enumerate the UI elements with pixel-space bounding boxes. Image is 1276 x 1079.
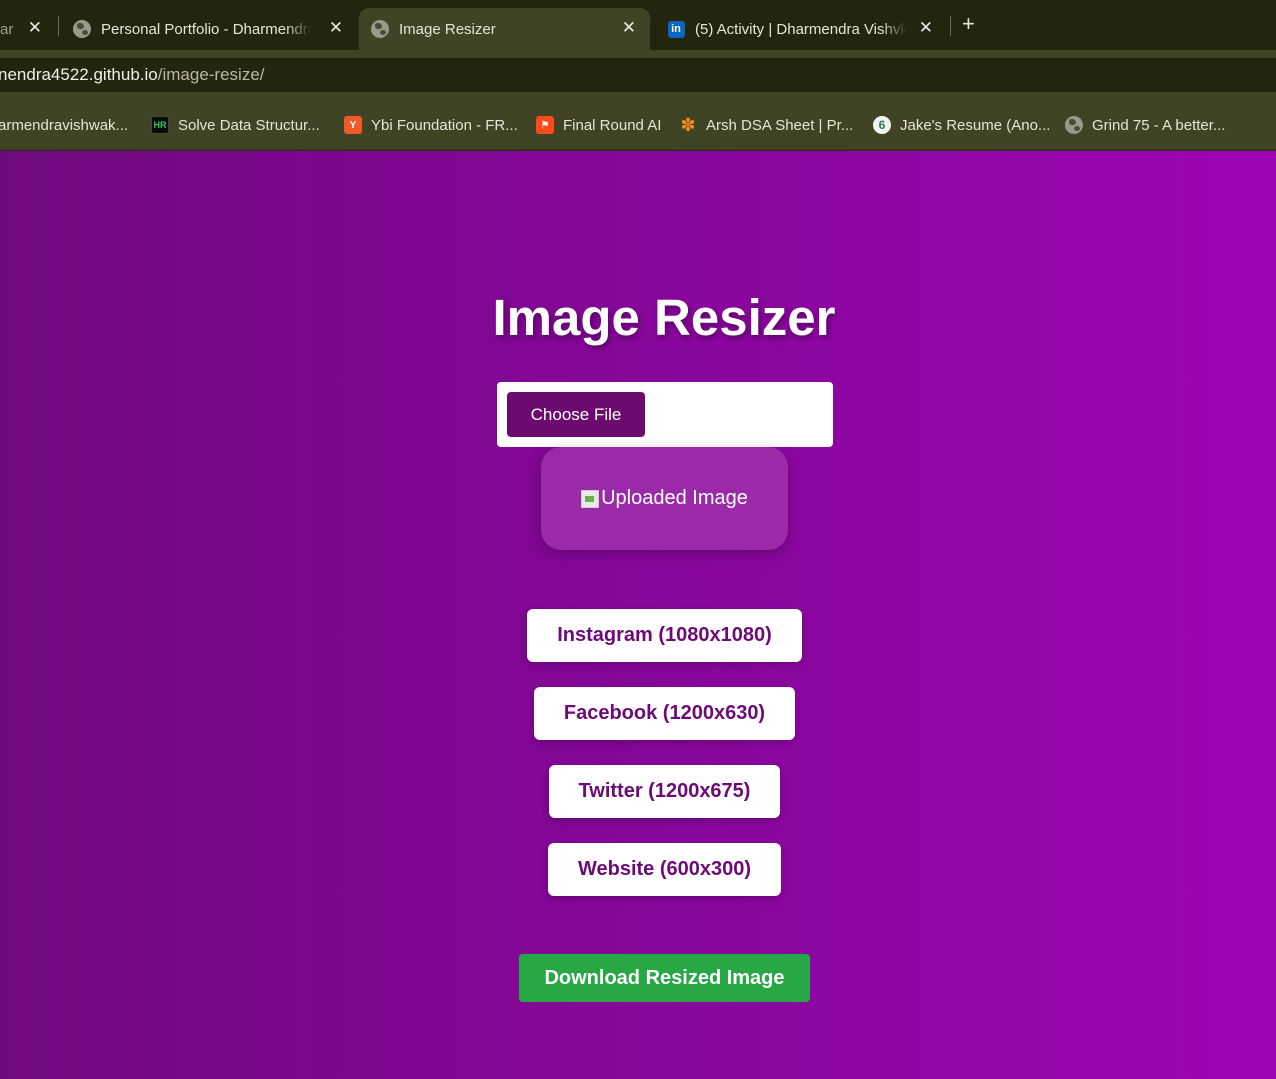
bookmark-item[interactable]: armendravishwak... [0,115,128,135]
new-tab-button[interactable]: + [962,11,975,37]
bookmark-label: Jake's Resume (Ano... [900,116,1051,134]
broken-image-icon [581,489,600,508]
url-path: /image-resize/ [157,65,265,84]
tab-image-resizer[interactable]: Image Resizer ✕ [359,8,650,50]
instagram-size-button[interactable]: Instagram (1080x1080) [527,609,802,662]
file-input[interactable]: Choose File [497,382,833,447]
url-text: nendra4522.github.io/image-resize/ [0,65,265,85]
address-bar[interactable]: nendra4522.github.io/image-resize/ [0,58,1276,92]
close-tab-icon[interactable]: ✕ [919,18,933,38]
url-host: nendra4522.github.io [0,65,158,84]
close-tab-icon[interactable]: ✕ [329,18,343,38]
final-round-icon: ⚑ [536,116,554,134]
ybi-icon: Y [344,116,362,134]
page-content: Image Resizer Choose File Uploaded Image… [0,151,1276,1079]
bookmark-label: Solve Data Structur... [178,116,320,134]
tab-partial[interactable]: ar ✕ [0,8,50,50]
close-tab-icon[interactable]: ✕ [28,18,42,38]
bookmark-label: Grind 75 - A better... [1092,116,1226,134]
overleaf-icon: 6 [873,116,891,134]
bookmark-item[interactable]: HR Solve Data Structur... [151,115,320,135]
image-preview: Uploaded Image [541,447,788,550]
bookmark-item[interactable]: ⚑ Final Round AI [536,115,661,135]
facebook-size-button[interactable]: Facebook (1200x630) [534,687,795,740]
tab-linkedin-activity[interactable]: in (5) Activity | Dharmendra Vishvk ✕ [667,8,945,50]
arsh-icon: ✽ [680,114,696,135]
bookmark-label: Ybi Foundation - FR... [371,116,518,134]
tab-separator [58,16,59,36]
bookmark-item[interactable]: ✽ Arsh DSA Sheet | Pr... [679,115,853,135]
choose-file-button[interactable]: Choose File [507,392,645,437]
website-size-button[interactable]: Website (600x300) [548,843,781,896]
bookmark-label: Arsh DSA Sheet | Pr... [706,116,854,134]
close-tab-icon[interactable]: ✕ [622,18,636,38]
bookmark-item[interactable]: 6 Jake's Resume (Ano... [873,115,1050,135]
tab-title: (5) Activity | Dharmendra Vishvk [695,20,907,38]
twitter-size-button[interactable]: Twitter (1200x675) [549,765,780,818]
globe-icon [371,20,389,38]
bookmark-item[interactable]: Grind 75 - A better... [1065,115,1225,135]
tab-personal-portfolio[interactable]: Personal Portfolio - Dharmendra ✕ [73,8,355,50]
linkedin-icon: in [667,20,685,38]
download-button[interactable]: Download Resized Image [519,954,810,1002]
bookmark-label: Final Round AI [563,116,662,134]
page-title: Image Resizer [492,289,836,346]
bookmark-label: armendravishwak... [0,116,129,134]
globe-icon [73,20,91,38]
bookmark-item[interactable]: Y Ybi Foundation - FR... [344,115,518,135]
toolbar: nendra4522.github.io/image-resize/ [0,50,1276,100]
tab-separator [950,16,951,36]
image-alt-text: Uploaded Image [601,487,748,509]
tab-title: Personal Portfolio - Dharmendra [101,20,311,38]
globe-icon [1065,116,1083,134]
tab-title: Image Resizer [399,20,496,38]
bookmarks-bar: armendravishwak... HR Solve Data Structu… [0,100,1276,150]
tab-strip: ar ✕ Personal Portfolio - Dharmendra ✕ I… [0,0,1276,50]
tab-title: ar [0,20,14,38]
hackerrank-icon: HR [151,116,169,134]
